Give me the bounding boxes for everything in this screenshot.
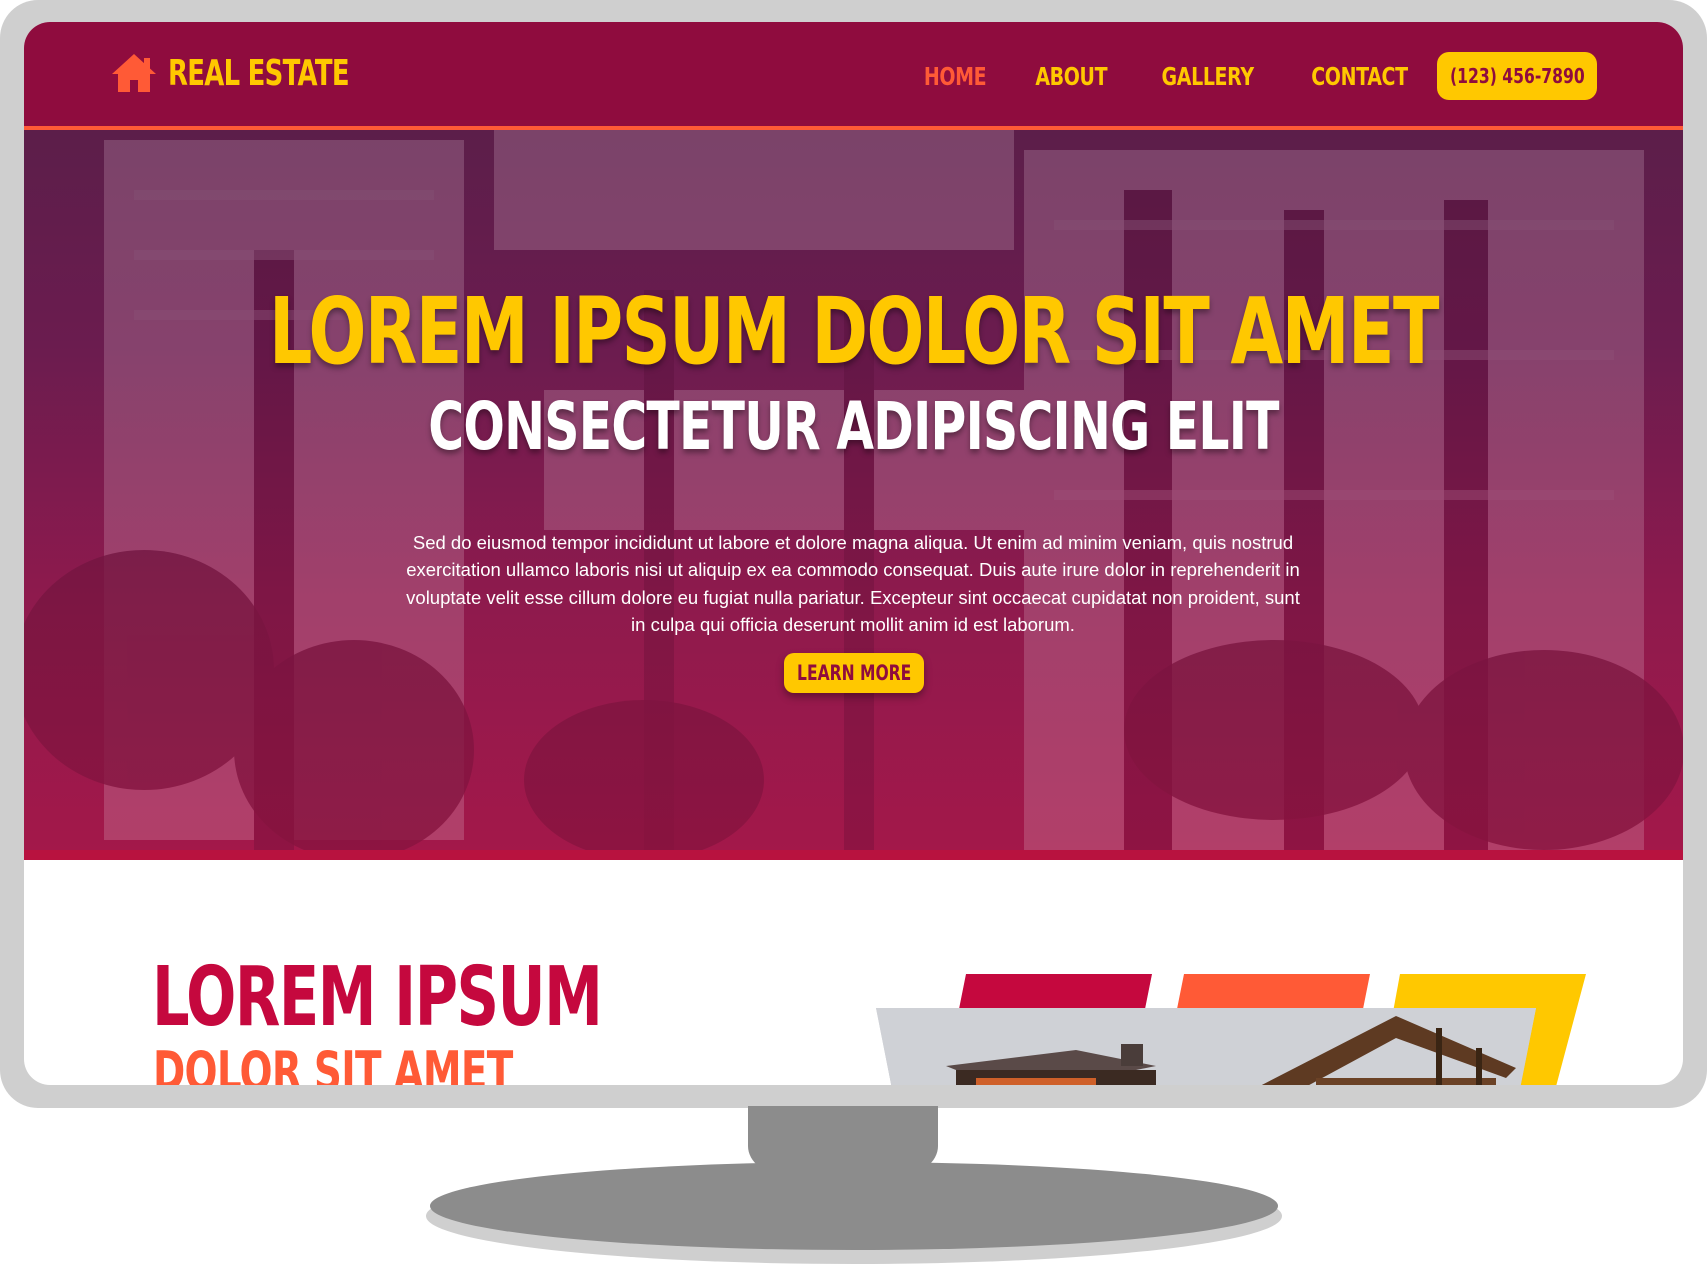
site-header: REAL ESTATE HOME ABOUT GALLERY CONTACT (… (24, 22, 1683, 130)
learn-more-label: LEARN MORE (796, 661, 912, 685)
phone-number: (123) 456-7890 (1449, 64, 1585, 88)
nav-gallery[interactable]: GALLERY (1161, 62, 1254, 91)
monitor-frame: REAL ESTATE HOME ABOUT GALLERY CONTACT (… (0, 0, 1707, 1108)
nav-about[interactable]: ABOUT (1036, 62, 1108, 91)
hero-background-image (24, 130, 1683, 850)
hero-title: LOREM IPSUM DOLOR SIT AMET (269, 278, 1439, 385)
monitor-screen: REAL ESTATE HOME ABOUT GALLERY CONTACT (… (24, 22, 1683, 1085)
section-subtitle: DOLOR SIT AMET (153, 1040, 513, 1085)
learn-more-button[interactable]: LEARN MORE (784, 653, 924, 693)
nav-contact[interactable]: CONTACT (1311, 62, 1408, 91)
phone-button[interactable]: (123) 456-7890 (1437, 52, 1597, 100)
brand-logo[interactable]: REAL ESTATE (110, 52, 419, 94)
houses-image (876, 1008, 1536, 1085)
hero-bottom-strip (24, 850, 1683, 860)
nav-home[interactable]: HOME (924, 62, 987, 91)
hero-section: LOREM IPSUM DOLOR SIT AMET CONSECTETUR A… (24, 130, 1683, 850)
hero-description: Sed do eiusmod tempor incididunt ut labo… (406, 531, 1300, 636)
property-photo[interactable] (876, 1008, 1536, 1085)
section-title: LOREM IPSUM (152, 950, 603, 1045)
hero-subtitle: CONSECTETUR ADIPISCING ELIT (428, 388, 1279, 465)
house-icon (112, 54, 156, 92)
main-nav: HOME ABOUT GALLERY CONTACT (123) 456-789… (886, 52, 1597, 100)
monitor-stand-base (430, 1162, 1278, 1250)
brand-name: REAL ESTATE (168, 52, 350, 94)
